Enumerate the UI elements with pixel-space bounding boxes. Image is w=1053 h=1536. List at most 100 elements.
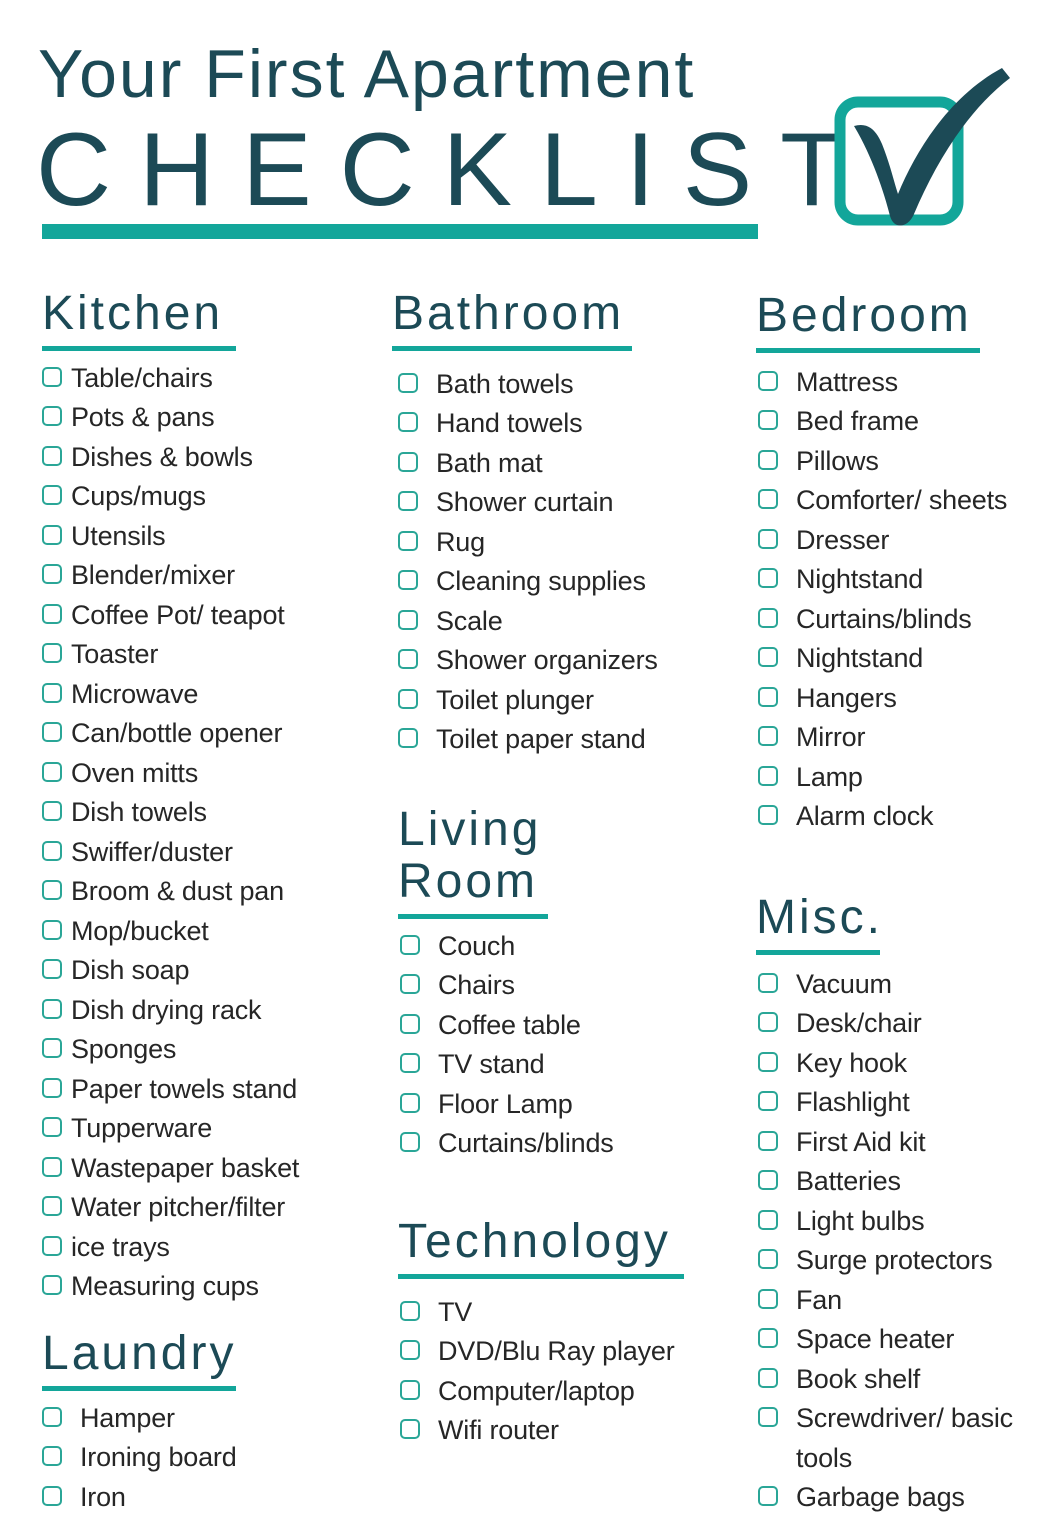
checkbox-icon[interactable] xyxy=(398,649,418,670)
checkbox-icon[interactable] xyxy=(398,372,418,393)
checklist-item[interactable]: Table/chairs xyxy=(42,359,342,399)
checkbox-icon[interactable] xyxy=(400,1300,420,1321)
checklist-item[interactable]: Toilet plunger xyxy=(398,681,722,721)
checklist-item[interactable]: Wifi router xyxy=(400,1411,718,1451)
checklist-item[interactable]: Alarm clock xyxy=(758,797,1046,837)
checkbox-icon[interactable] xyxy=(42,761,62,782)
checkbox-icon[interactable] xyxy=(758,568,778,589)
checkbox-icon[interactable] xyxy=(400,1132,420,1153)
checklist-item[interactable]: Mattress xyxy=(758,363,1046,403)
checklist-item[interactable]: Space heater xyxy=(758,1320,1046,1360)
checklist-item[interactable]: DVD/Blu Ray player xyxy=(400,1332,718,1372)
checkbox-icon[interactable] xyxy=(400,1013,420,1034)
checklist-item[interactable]: Vacuum xyxy=(758,965,1046,1005)
checklist-item[interactable]: Dish towels xyxy=(42,793,342,833)
checkbox-icon[interactable] xyxy=(758,726,778,747)
checklist-item[interactable]: Shower organizers xyxy=(398,641,722,681)
checkbox-icon[interactable] xyxy=(758,1367,778,1388)
checkbox-icon[interactable] xyxy=(398,412,418,433)
checklist-item[interactable]: Cleaning supplies xyxy=(398,562,722,602)
checkbox-icon[interactable] xyxy=(42,524,62,545)
checkbox-icon[interactable] xyxy=(42,1117,62,1138)
checkbox-icon[interactable] xyxy=(42,445,62,466)
checkbox-icon[interactable] xyxy=(42,1156,62,1177)
checklist-item[interactable]: Flashlight xyxy=(758,1083,1046,1123)
checkbox-icon[interactable] xyxy=(758,449,778,470)
checkbox-icon[interactable] xyxy=(758,1012,778,1033)
checkbox-icon[interactable] xyxy=(400,974,420,995)
checkbox-icon[interactable] xyxy=(400,934,420,955)
checkbox-icon[interactable] xyxy=(398,491,418,512)
checkbox-icon[interactable] xyxy=(42,722,62,743)
checklist-item[interactable]: Dresser xyxy=(758,521,1046,561)
checklist-item[interactable]: Key hook xyxy=(758,1044,1046,1084)
checkbox-icon[interactable] xyxy=(758,489,778,510)
checklist-item[interactable]: Screwdriver/ basic tools xyxy=(758,1399,1046,1478)
checklist-item[interactable]: Garbage bags xyxy=(758,1478,1046,1518)
checkbox-icon[interactable] xyxy=(398,688,418,709)
checklist-item[interactable]: Pillows xyxy=(758,442,1046,482)
checkbox-icon[interactable] xyxy=(758,607,778,628)
checklist-item[interactable]: TV stand xyxy=(400,1045,718,1085)
checklist-item[interactable]: Rug xyxy=(398,523,722,563)
checkbox-icon[interactable] xyxy=(758,972,778,993)
checklist-item[interactable]: Ironing board xyxy=(42,1438,342,1478)
checklist-item[interactable]: Utensils xyxy=(42,517,342,557)
checkbox-icon[interactable] xyxy=(42,880,62,901)
checkbox-icon[interactable] xyxy=(758,370,778,391)
checkbox-icon[interactable] xyxy=(400,1379,420,1400)
checklist-item[interactable]: Curtains/blinds xyxy=(400,1124,718,1164)
checklist-item[interactable]: Dishes & bowls xyxy=(42,438,342,478)
checkbox-icon[interactable] xyxy=(42,682,62,703)
checklist-item[interactable]: Wastepaper basket xyxy=(42,1149,342,1189)
checklist-item[interactable]: Toilet paper stand xyxy=(398,720,722,760)
checklist-item[interactable]: Book shelf xyxy=(758,1360,1046,1400)
checkbox-icon[interactable] xyxy=(400,1419,420,1440)
checkbox-icon[interactable] xyxy=(42,998,62,1019)
checklist-item[interactable]: Comforter/ sheets xyxy=(758,481,1046,521)
checklist-item[interactable]: Broom & dust pan xyxy=(42,872,342,912)
checklist-item[interactable]: First Aid kit xyxy=(758,1123,1046,1163)
checkbox-icon[interactable] xyxy=(758,805,778,826)
checklist-item[interactable]: Curtains/blinds xyxy=(758,600,1046,640)
checkbox-icon[interactable] xyxy=(398,530,418,551)
checkbox-icon[interactable] xyxy=(758,1328,778,1349)
checklist-item[interactable]: Surge protectors xyxy=(758,1241,1046,1281)
checklist-item[interactable]: Chairs xyxy=(400,966,718,1006)
checklist-item[interactable]: Fan xyxy=(758,1281,1046,1321)
checkbox-icon[interactable] xyxy=(398,451,418,472)
checkbox-icon[interactable] xyxy=(42,1077,62,1098)
checklist-item[interactable]: Bath mat xyxy=(398,444,722,484)
checkbox-icon[interactable] xyxy=(42,801,62,822)
checkbox-icon[interactable] xyxy=(42,1406,62,1427)
checklist-item[interactable]: Couch xyxy=(400,927,718,967)
checkbox-icon[interactable] xyxy=(758,1170,778,1191)
checklist-item[interactable]: Nightstand xyxy=(758,639,1046,679)
checklist-item[interactable]: Toaster xyxy=(42,635,342,675)
checklist-item[interactable]: Cups/mugs xyxy=(42,477,342,517)
checkbox-icon[interactable] xyxy=(758,1486,778,1507)
checklist-item[interactable]: Coffee table xyxy=(400,1006,718,1046)
checkbox-icon[interactable] xyxy=(758,410,778,431)
checklist-item[interactable]: Measuring cups xyxy=(42,1267,342,1307)
checkbox-icon[interactable] xyxy=(42,1446,62,1467)
checklist-item[interactable]: Coffee Pot/ teapot xyxy=(42,596,342,636)
checklist-item[interactable]: Swiffer/duster xyxy=(42,833,342,873)
checkbox-icon[interactable] xyxy=(42,1038,62,1059)
checkbox-icon[interactable] xyxy=(758,1249,778,1270)
checkbox-icon[interactable] xyxy=(758,1130,778,1151)
checklist-item[interactable]: Mop/bucket xyxy=(42,912,342,952)
checklist-item[interactable]: Computer/laptop xyxy=(400,1372,718,1412)
checklist-item[interactable]: Microwave xyxy=(42,675,342,715)
checkbox-icon[interactable] xyxy=(758,1091,778,1112)
checkbox-icon[interactable] xyxy=(42,485,62,506)
checklist-item[interactable]: ice trays xyxy=(42,1228,342,1268)
checkbox-icon[interactable] xyxy=(42,959,62,980)
checklist-item[interactable]: Oven mitts xyxy=(42,754,342,794)
checklist-item[interactable]: Hamper xyxy=(42,1399,342,1439)
checkbox-icon[interactable] xyxy=(42,840,62,861)
checkbox-icon[interactable] xyxy=(758,647,778,668)
checkbox-icon[interactable] xyxy=(400,1092,420,1113)
checklist-item[interactable]: Hangers xyxy=(758,679,1046,719)
checkbox-icon[interactable] xyxy=(758,1288,778,1309)
